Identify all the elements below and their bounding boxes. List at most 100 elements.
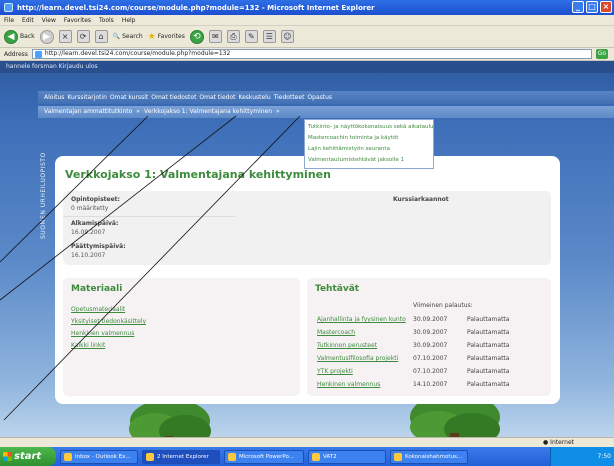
task-link[interactable]: Valmentuslfilosofia projekti [317, 353, 398, 365]
menu-favorites[interactable]: Favorites [64, 17, 91, 24]
breadcrumb-separator: » [136, 108, 140, 115]
discuss-button[interactable]: ☰ [262, 30, 276, 43]
task-link[interactable]: Henkinen valmennus [317, 379, 380, 391]
messenger-button[interactable]: ☺ [280, 30, 294, 43]
nav-item-tiedotteet[interactable]: Tiedotteet [274, 91, 305, 104]
forward-button[interactable]: ▶ [39, 29, 54, 44]
task-link[interactable]: Ajanhallinta ja fyysinen kunto [317, 314, 406, 326]
search-button[interactable]: 🔍 Search [113, 33, 143, 40]
address-input[interactable]: http://learn.devel.tsi24.com/course/modu… [31, 49, 592, 59]
security-zone: ● Internet [543, 439, 574, 446]
tasks-title: Tehtävät [315, 284, 360, 294]
refresh-button[interactable]: ⟳ [76, 30, 90, 43]
breadcrumb-module[interactable]: Verkkojakso 1: Valmentajana kehittyminen [144, 106, 272, 118]
search-icon: 🔍 [112, 33, 121, 40]
ie-icon [4, 3, 13, 12]
dropdown-item[interactable]: Tutkinto- ja näyttökokonaisuus sekä aika… [308, 122, 434, 133]
task-status: Palauttamatta [467, 329, 510, 336]
stop-button[interactable]: × [58, 30, 72, 43]
user-bar[interactable]: hannele forsman Kirjaudu ulos [0, 61, 614, 73]
material-link[interactable]: Yksityiset tiedonkäsittely [71, 316, 146, 328]
mail-button[interactable]: ✉ [208, 30, 222, 43]
edit-button[interactable]: ✎ [244, 30, 258, 43]
status-bar: ● Internet [0, 437, 614, 447]
back-button[interactable]: ◀ Back [4, 29, 35, 44]
menu-view[interactable]: View [42, 17, 56, 24]
print-button[interactable]: ⎙ [226, 30, 240, 43]
dropdown-item[interactable]: Valmentautumistehtävät jaksolle 1 [308, 155, 430, 166]
task-link[interactable]: Mastercoach [317, 327, 355, 339]
go-button[interactable]: Go [595, 49, 608, 59]
task-status: Palauttamatta [467, 381, 510, 388]
menu-tools[interactable]: Tools [99, 17, 114, 24]
task-date: 30.09.2007 [413, 316, 448, 323]
task-row: Valmentuslfilosofia projekti 07.10.2007 … [307, 353, 551, 365]
nav-item-keskustelu[interactable]: Keskustelu [238, 91, 270, 104]
taskbar-button[interactable]: Kokonaishahmotus... [390, 449, 468, 464]
menu-bar: File Edit View Favorites Tools Help [0, 15, 614, 26]
trainers-label: Kurssiarkaannot [393, 196, 449, 203]
start-button[interactable]: start [0, 447, 56, 466]
main-nav: Aloitus Kurssitarjotin Omat kurssit Omat… [38, 91, 614, 104]
taskbar-button[interactable]: 2 Internet Explorer [142, 449, 220, 464]
deadline-header: Viimeinen palautus: [413, 302, 473, 309]
tasks-section: Tehtävät Viimeinen palautus: Ajanhallint… [307, 278, 551, 396]
nav-item-kurssitarjotin[interactable]: Kurssitarjotin [67, 91, 106, 104]
module-info: Opintopisteet: 0 määritetty Alkamispäivä… [63, 191, 551, 265]
module-dropdown-menu: Tutkinto- ja näyttökokonaisuus sekä aika… [304, 119, 434, 169]
taskbar-button[interactable]: Inbox - Outlook Ex... [60, 449, 138, 464]
divider [63, 216, 235, 217]
menu-file[interactable]: File [4, 17, 14, 24]
breadcrumb: Valmentajan ammattitutkinto » Verkkojaks… [38, 106, 614, 118]
task-status: Palauttamatta [467, 342, 510, 349]
nav-item-aloitus[interactable]: Aloitus [44, 91, 64, 104]
task-status: Palauttamatta [467, 316, 510, 323]
toolbar: ◀ Back ▶ × ⟳ ⌂ 🔍 Search ★ Favorites ⟲ ✉ … [0, 26, 614, 48]
clock[interactable]: 7:50 [598, 453, 611, 460]
minimize-button[interactable]: _ [572, 1, 584, 13]
task-date: 14.10.2007 [413, 381, 448, 388]
materials-title: Materiaali [71, 284, 123, 294]
taskbar-button[interactable]: VAT2 [308, 449, 386, 464]
vertical-brand-text: SUOMEN URHEILUOPISTO [40, 152, 47, 239]
nav-item-opastus[interactable]: Opastus [307, 91, 332, 104]
maximize-button[interactable]: □ [586, 1, 598, 13]
task-date: 07.10.2007 [413, 368, 448, 375]
nav-item-omat-tiedostot[interactable]: Omat tiedostot [151, 91, 196, 104]
window-titlebar: http://learn.devel.tsi24.com/course/modu… [0, 0, 614, 15]
taskbar: start Inbox - Outlook Ex... 2 Internet E… [0, 447, 614, 466]
material-link[interactable]: Opetusmateriaalit [71, 304, 146, 316]
material-link[interactable]: Kaikki linkit [71, 340, 146, 352]
globe-icon: ● [543, 439, 549, 446]
taskbar-button[interactable]: Microsoft PowerPo... [224, 449, 304, 464]
history-button[interactable]: ⟲ [189, 29, 204, 44]
dropdown-item[interactable]: Lajin kehittämistyön seuranta [308, 144, 430, 155]
menu-edit[interactable]: Edit [22, 17, 34, 24]
menu-help[interactable]: Help [122, 17, 136, 24]
web-page: hannele forsman Kirjaudu ulos Aloitus Ku… [0, 61, 614, 453]
window-title: http://learn.devel.tsi24.com/course/modu… [17, 3, 375, 12]
task-status: Palauttamatta [467, 355, 510, 362]
task-link[interactable]: YTK projekti [317, 366, 353, 378]
nav-item-omat-tiedot[interactable]: Omat tiedot [199, 91, 235, 104]
material-link[interactable]: Henkinen valmennus [71, 328, 146, 340]
end-date-value: 16.10.2007 [71, 252, 106, 259]
credits-value: 0 määritetty [71, 205, 109, 212]
dropdown-item[interactable]: Mastercoachin toiminta ja käytöt [308, 133, 430, 144]
content-card: Verkkojakso 1: Valmentajana kehittyminen… [55, 156, 560, 404]
nav-item-omat-kurssit[interactable]: Omat kurssit [110, 91, 148, 104]
home-button[interactable]: ⌂ [94, 30, 108, 43]
breadcrumb-separator: » [276, 108, 280, 115]
start-date-label: Alkamispäivä: [71, 220, 119, 227]
favorites-button[interactable]: ★ Favorites [148, 32, 185, 42]
windows-logo-icon [3, 452, 12, 461]
start-date-value: 16.09.2007 [71, 229, 106, 236]
task-date: 07.10.2007 [413, 355, 448, 362]
breadcrumb-course[interactable]: Valmentajan ammattitutkinto [44, 106, 132, 118]
materials-section: Materiaali Opetusmateriaalit Yksityiset … [63, 278, 300, 396]
address-bar: Address http://learn.devel.tsi24.com/cou… [0, 48, 614, 61]
address-label: Address [4, 50, 28, 58]
task-status: Palauttamatta [467, 368, 510, 375]
close-button[interactable]: × [600, 1, 612, 13]
task-link[interactable]: Tutkinnon perusteet [317, 340, 377, 352]
